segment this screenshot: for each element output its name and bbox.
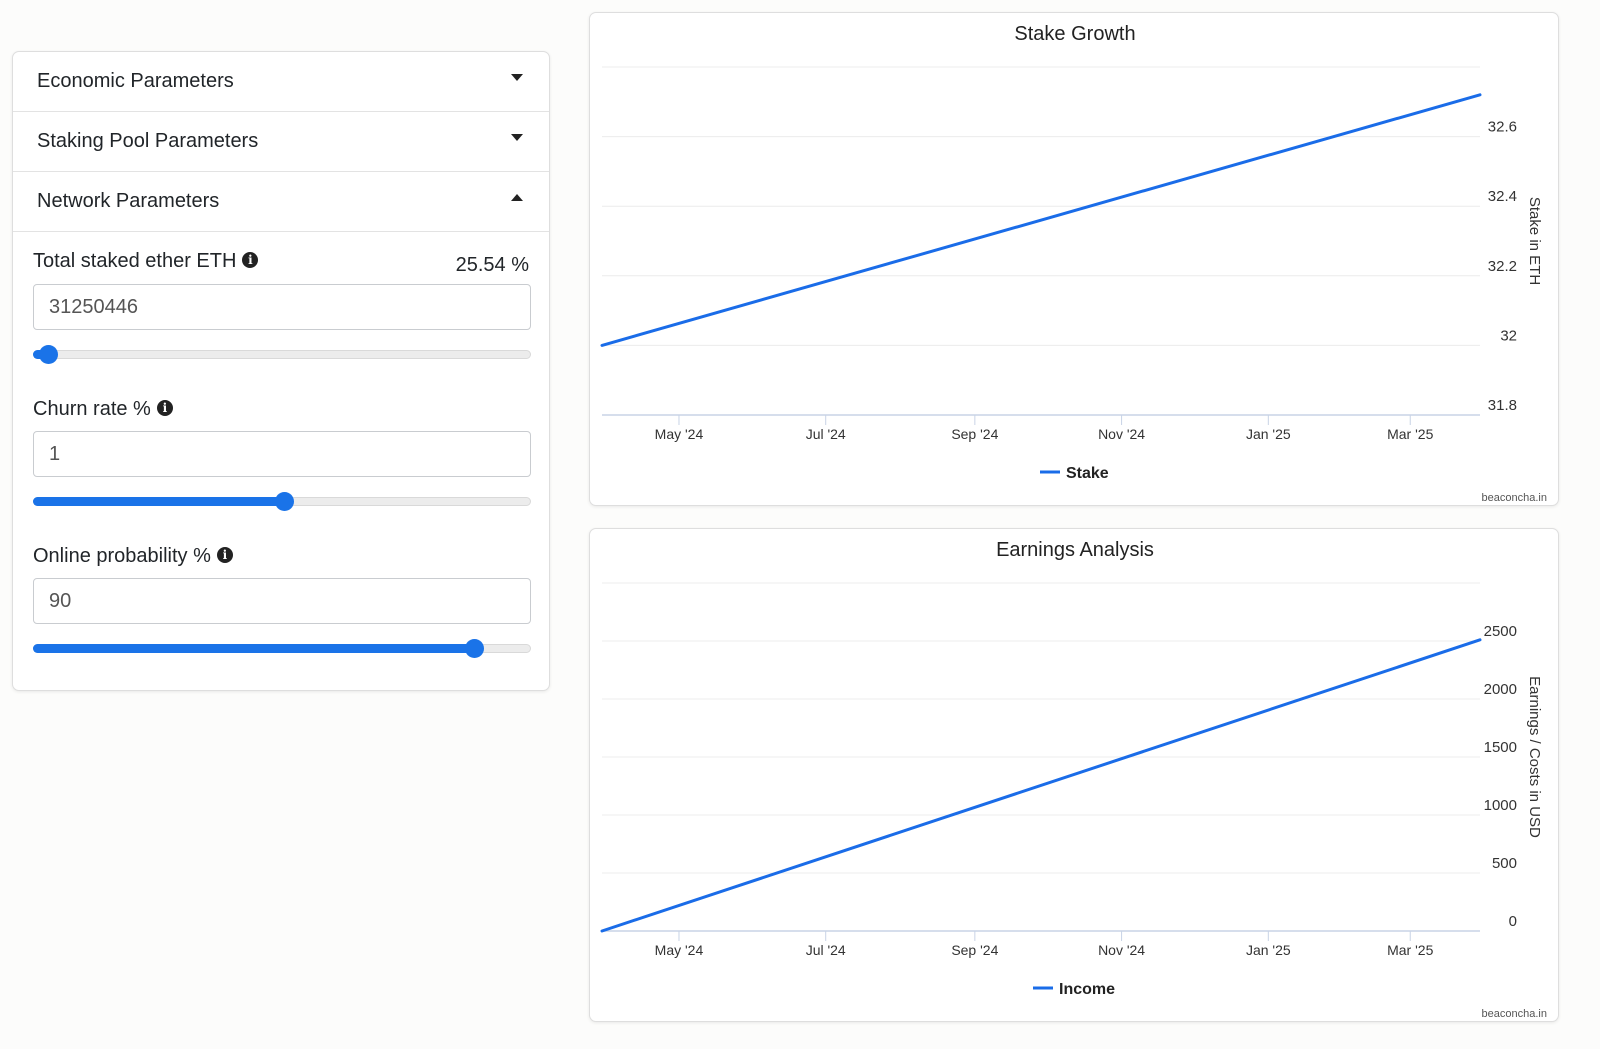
- section-label: Network Parameters: [37, 190, 220, 212]
- y-tick-label: 1500: [1484, 739, 1517, 756]
- y-tick-label: 2000: [1484, 681, 1517, 698]
- series-lines: [600, 638, 1482, 933]
- y-axis-label: Earnings / Costs in USD: [1526, 676, 1543, 838]
- series-line-income: [600, 638, 1482, 933]
- x-tick-label: May '24: [655, 426, 704, 442]
- y-tick-label: 0: [1509, 913, 1517, 930]
- total-staked-percent: 25.54 %: [455, 254, 529, 276]
- x-tick-label: Mar '25: [1387, 426, 1433, 442]
- info-icon[interactable]: i: [156, 399, 173, 416]
- slider-thumb[interactable]: [464, 639, 484, 658]
- chart-title: Stake Growth: [1014, 23, 1135, 45]
- x-tick-label: Jan '25: [1246, 942, 1291, 958]
- grid-lines: [602, 66, 1480, 416]
- caret-down-icon: [511, 74, 523, 81]
- accordion-network-parameters[interactable]: Network Parameters: [13, 172, 549, 232]
- x-tick-label: May '24: [655, 942, 704, 958]
- stake-growth-chart-card: Stake Growth 31.8 32 32.2 32.4 32.6 May '24 J…: [589, 12, 1559, 506]
- y-tick-label: 32.2: [1488, 258, 1517, 275]
- churn-rate-slider[interactable]: [33, 492, 531, 511]
- total-staked-label: Total staked ether ETH i: [33, 250, 259, 273]
- online-probability-label: Online probability % i: [33, 545, 233, 568]
- slider-thumb[interactable]: [275, 492, 295, 511]
- y-axis-ticks: 31.8 32 32.2 32.4 32.6: [1488, 119, 1517, 414]
- accordion-economic-parameters[interactable]: Economic Parameters: [13, 52, 549, 112]
- y-tick-label: 500: [1492, 855, 1517, 872]
- x-axis-ticks: May '24 Jul '24 Sep '24 Nov '24 Jan '25 Mar '…: [655, 415, 1434, 442]
- x-tick-label: Nov '24: [1098, 942, 1145, 958]
- parameters-accordion: Economic Parameters Staking Pool Paramet…: [12, 51, 550, 691]
- total-staked-label-text: Total staked ether ETH: [33, 250, 237, 272]
- x-tick-label: Sep '24: [951, 426, 998, 442]
- legend-label: Stake: [1066, 465, 1109, 482]
- churn-rate-label-text: Churn rate %: [33, 398, 151, 420]
- online-probability-label-text: Online probability %: [33, 545, 211, 567]
- churn-rate-input[interactable]: [33, 431, 531, 477]
- legend[interactable]: Stake: [1040, 465, 1109, 482]
- info-icon[interactable]: i: [216, 546, 233, 563]
- y-tick-label: 32: [1500, 327, 1517, 344]
- series-line-stake: [600, 93, 1482, 347]
- y-tick-label: 32.4: [1488, 188, 1517, 205]
- online-probability-input[interactable]: [33, 578, 531, 624]
- slider-fill: [33, 497, 285, 506]
- x-tick-label: Nov '24: [1098, 426, 1145, 442]
- y-tick-label: 32.6: [1488, 119, 1517, 136]
- y-axis-label: Stake in ETH: [1526, 197, 1543, 285]
- y-axis-ticks: 0 500 1000 1500 2000 2500: [1484, 623, 1517, 930]
- x-tick-label: Sep '24: [951, 942, 998, 958]
- series-lines: [600, 93, 1482, 347]
- earnings-analysis-chart: Earnings Analysis 0 500 1000 1500 2000 2500 M…: [600, 539, 1547, 1020]
- slider-track: [33, 350, 531, 359]
- slider-thumb[interactable]: [38, 345, 58, 364]
- section-label: Economic Parameters: [37, 70, 234, 92]
- chart-title: Earnings Analysis: [996, 539, 1154, 561]
- info-icon[interactable]: i: [242, 251, 259, 268]
- legend-label: Income: [1059, 981, 1115, 998]
- total-staked-slider[interactable]: [33, 345, 531, 364]
- online-probability-slider[interactable]: [33, 639, 531, 658]
- chart-credit[interactable]: beaconcha.in: [1482, 492, 1547, 504]
- y-tick-label: 31.8: [1488, 397, 1517, 414]
- section-label: Staking Pool Parameters: [37, 130, 259, 152]
- legend[interactable]: Income: [1033, 981, 1115, 998]
- slider-fill: [33, 644, 474, 653]
- grid-lines: [602, 582, 1480, 932]
- total-staked-input[interactable]: [33, 284, 531, 330]
- accordion-staking-pool-parameters[interactable]: Staking Pool Parameters: [13, 112, 549, 172]
- x-tick-label: Jan '25: [1246, 426, 1291, 442]
- churn-rate-label: Churn rate % i: [33, 398, 173, 421]
- y-tick-label: 1000: [1484, 797, 1517, 814]
- caret-down-icon: [511, 134, 523, 141]
- earnings-analysis-chart-card: Earnings Analysis 0 500 1000 1500 2000 2500 M…: [589, 528, 1559, 1022]
- stake-growth-chart: Stake Growth 31.8 32 32.2 32.4 32.6 May '24 J…: [600, 23, 1547, 504]
- x-axis-ticks: May '24 Jul '24 Sep '24 Nov '24 Jan '25 Mar '…: [655, 931, 1434, 958]
- chart-credit[interactable]: beaconcha.in: [1482, 1008, 1547, 1020]
- x-tick-label: Mar '25: [1387, 942, 1433, 958]
- y-tick-label: 2500: [1484, 623, 1517, 640]
- x-tick-label: Jul '24: [806, 426, 846, 442]
- x-tick-label: Jul '24: [806, 942, 846, 958]
- caret-up-icon: [511, 194, 523, 201]
